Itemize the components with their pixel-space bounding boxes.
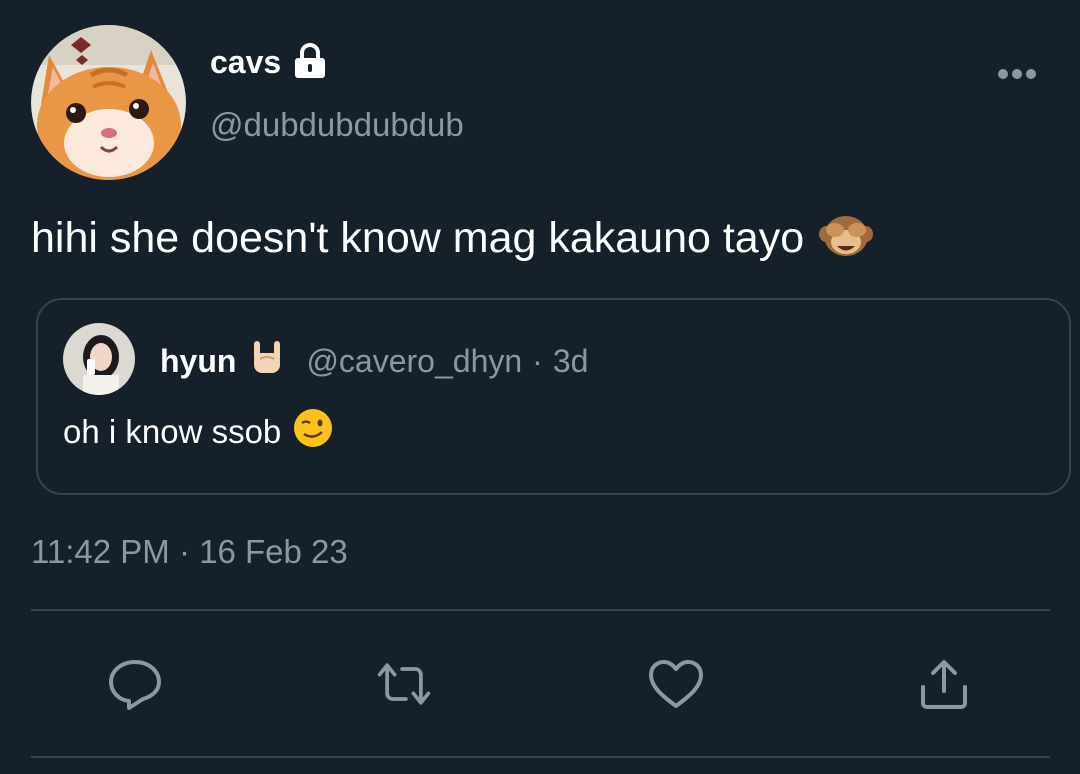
retweet-icon[interactable] (374, 654, 434, 714)
tweet-text: hihi she doesn't know mag kakauno tayo (31, 214, 805, 262)
quoted-text: oh i know ssob (63, 413, 282, 450)
author-display-name[interactable]: cavs (210, 44, 281, 81)
quoted-text-row: oh i know ssob (63, 408, 333, 456)
quoted-display-name[interactable]: hyun (160, 343, 236, 380)
like-icon[interactable] (646, 654, 706, 714)
author-avatar[interactable] (31, 25, 186, 180)
quoted-separator: · (532, 342, 543, 379)
divider (31, 609, 1050, 611)
quoted-header: hyun @cavero_dhyn · 3d (160, 339, 588, 383)
quoted-handle[interactable]: @cavero_dhyn (306, 343, 522, 380)
winking-face-icon (293, 408, 333, 456)
bottom-divider (31, 756, 1050, 758)
see-no-evil-monkey-icon (818, 208, 874, 269)
more-options-icon[interactable] (996, 67, 1038, 81)
author-display-name-row[interactable]: cavs (210, 42, 329, 82)
reply-icon[interactable] (105, 654, 165, 714)
sign-of-the-horns-icon (250, 339, 284, 383)
share-icon[interactable] (914, 654, 974, 714)
lock-icon (293, 42, 329, 82)
tweet-text-row: hihi she doesn't know mag kakauno tayo (31, 208, 874, 269)
quoted-age: 3d (552, 342, 589, 379)
author-handle[interactable]: @dubdubdubdub (210, 106, 464, 144)
tweet-timestamp[interactable]: 11:42 PM · 16 Feb 23 (31, 533, 348, 571)
quoted-author-avatar[interactable] (63, 323, 135, 395)
quoted-tweet-card[interactable] (36, 298, 1071, 495)
